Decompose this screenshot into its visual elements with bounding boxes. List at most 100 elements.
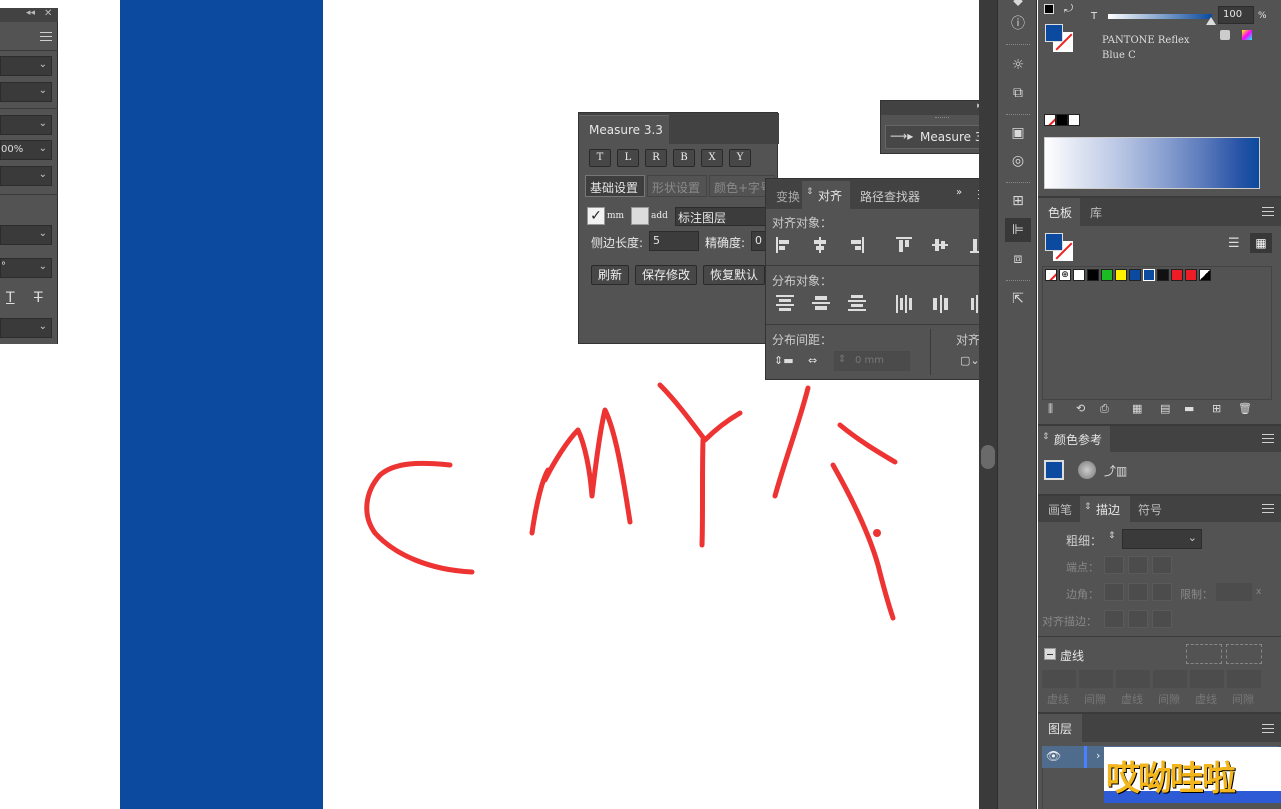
tab-transform[interactable]: 变换 [772, 185, 806, 209]
grid-view-icon[interactable]: ▦ [1250, 233, 1272, 253]
dash-input-2[interactable] [1116, 670, 1150, 688]
web-safe-icon[interactable] [1242, 30, 1252, 40]
tab-stroke[interactable]: ⇕ 描边 [1080, 496, 1130, 522]
black-swatch[interactable] [1056, 114, 1068, 126]
tint-ramp[interactable] [1044, 137, 1260, 189]
distribute-vspacing-icon[interactable]: ⇕▬ [774, 354, 794, 370]
button-t[interactable]: T [589, 149, 611, 167]
info-icon[interactable]: ⓘ [1007, 12, 1029, 34]
panel-menu-icon[interactable] [1262, 504, 1274, 514]
gap-input-3[interactable] [1227, 670, 1261, 688]
align-right-icon[interactable] [848, 237, 864, 253]
sun-icon[interactable]: ☼ [1007, 54, 1029, 76]
align-left-icon[interactable] [776, 237, 792, 253]
tab-symbols[interactable]: 符号 [1132, 496, 1172, 522]
align-dashes-button[interactable] [1226, 644, 1262, 664]
align-icon[interactable]: ⊫ [1005, 218, 1031, 242]
color-group-icon[interactable]: ▦ [1132, 402, 1142, 415]
butt-cap-button[interactable] [1104, 556, 1124, 574]
align-vcenter-icon[interactable] [932, 237, 948, 253]
color-guide-swatch-icon[interactable]: ⤴▥ [1104, 462, 1127, 479]
pin-icon[interactable]: ⬥ [1007, 0, 1029, 12]
layer-name-input[interactable]: 标注图层 [675, 207, 775, 226]
library-icon[interactable]: ⫼ [1048, 402, 1053, 416]
measure-tab[interactable]: Measure 3.3 [579, 115, 669, 144]
pathfinder-icon[interactable]: ⧈ [1007, 248, 1029, 270]
tab-swatches[interactable]: 色板 [1038, 198, 1080, 226]
export-icon[interactable]: ⧉ [1007, 82, 1029, 104]
dash-input-1[interactable] [1042, 670, 1076, 688]
swap-colors-icon[interactable]: ⤾ [1064, 2, 1073, 16]
external-link-icon[interactable]: ⇱ [1007, 288, 1029, 310]
tab-align[interactable]: ⇕ 对齐 [802, 181, 850, 209]
spacing-input[interactable]: ⇕ 0 mm [834, 351, 910, 371]
button-y[interactable]: Y [729, 149, 751, 167]
yellow-swatch[interactable] [1115, 269, 1127, 281]
limit-input[interactable] [1216, 583, 1252, 601]
add-checkbox[interactable] [631, 207, 649, 225]
tab-color-guide[interactable]: ⇕ 颜色参考 [1038, 426, 1110, 452]
weight-stepper[interactable]: ⇕ [1108, 531, 1120, 549]
tab-pathfinder[interactable]: 路径查找器 [854, 185, 932, 209]
fill-swatch[interactable] [1045, 24, 1063, 42]
side-length-input[interactable]: 5 [649, 231, 699, 251]
white-swatch[interactable] [1073, 269, 1085, 281]
tab-shape-settings[interactable]: 形状设置 [647, 175, 707, 197]
new-group-icon[interactable]: ▤ [1160, 402, 1170, 415]
none-swatch[interactable] [1044, 114, 1056, 126]
transform-icon[interactable]: ⊞ [1007, 190, 1029, 212]
tint-slider[interactable] [1108, 14, 1212, 19]
save-changes-button[interactable]: 保存修改 [635, 265, 697, 285]
registration-swatch[interactable]: ⊕ [1059, 269, 1071, 281]
distribute-left-icon[interactable] [896, 295, 914, 313]
align-outside-stroke-button[interactable] [1152, 610, 1172, 628]
preserve-dashes-button[interactable] [1186, 644, 1222, 664]
dashed-checkbox[interactable] [1044, 648, 1056, 660]
distribute-top-icon[interactable] [776, 295, 794, 311]
green-swatch[interactable] [1101, 269, 1113, 281]
distribute-hcenter-icon[interactable] [932, 295, 950, 313]
restore-default-button[interactable]: 恢复默认 [703, 265, 765, 285]
panel-menu-icon[interactable] [1262, 434, 1274, 444]
round-join-button[interactable] [1128, 583, 1148, 601]
distribute-vcenter-icon[interactable] [812, 295, 830, 311]
blue-spot-swatch[interactable] [1129, 269, 1141, 281]
refresh-button[interactable]: 刷新 [591, 265, 629, 285]
align-center-stroke-button[interactable] [1104, 610, 1124, 628]
mm-checkbox[interactable]: ✓ [587, 207, 605, 225]
tab-basic-settings[interactable]: 基础设置 [585, 175, 645, 197]
folder-icon[interactable]: ▬ [1184, 402, 1194, 415]
white-swatch[interactable] [1068, 114, 1080, 126]
weight-input[interactable]: ⌄ [1122, 529, 1202, 549]
harmony-icon[interactable] [1078, 461, 1096, 479]
align-inside-stroke-button[interactable] [1128, 610, 1148, 628]
black-swatch[interactable] [1087, 269, 1099, 281]
panel-menu-icon[interactable] [1262, 724, 1274, 734]
eye-icon[interactable]: 👁 [1046, 749, 1061, 763]
align-hcenter-icon[interactable] [812, 237, 828, 253]
button-r[interactable]: R [645, 149, 667, 167]
expand-icon[interactable]: » [956, 187, 962, 198]
base-color-swatch[interactable] [1044, 460, 1064, 480]
bevel-join-button[interactable] [1152, 583, 1172, 601]
default-colors-icon[interactable] [1044, 4, 1054, 14]
black-global-swatch[interactable] [1199, 269, 1211, 281]
out-of-gamut-icon[interactable] [1220, 30, 1230, 40]
distribute-hspacing-icon[interactable]: ⇔ [808, 354, 826, 370]
gap-input-1[interactable] [1079, 670, 1113, 688]
red-spot-swatch[interactable] [1185, 269, 1197, 281]
none-swatch[interactable] [1045, 269, 1057, 281]
show-kinds-icon[interactable]: ⟲ [1076, 402, 1085, 415]
button-l[interactable]: L [617, 149, 639, 167]
blue-selected-swatch[interactable] [1143, 269, 1155, 281]
transparency-icon[interactable]: ◎ [1007, 150, 1029, 172]
button-x[interactable]: X [701, 149, 723, 167]
black-spot-swatch[interactable] [1157, 269, 1169, 281]
list-view-icon[interactable]: ☰ [1228, 236, 1246, 252]
fill-swatch[interactable] [1045, 233, 1063, 251]
gradient-icon[interactable]: ▣ [1007, 122, 1029, 144]
gap-input-2[interactable] [1153, 670, 1187, 688]
round-cap-button[interactable] [1128, 556, 1148, 574]
new-swatch-icon[interactable]: ⊞ [1212, 402, 1221, 415]
vertical-scrollbar[interactable] [979, 0, 997, 809]
